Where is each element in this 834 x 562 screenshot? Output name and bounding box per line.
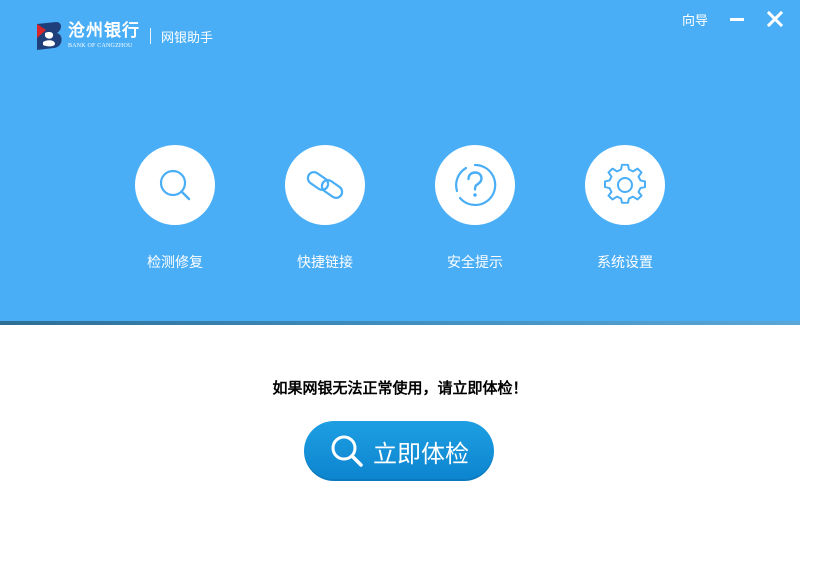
header-panel: 沧州银行 BANK OF CANGZHOU 网银助手 向导 检测修复 快捷链接 … [0,0,800,321]
feature-icon-circle [285,145,365,225]
bank-logo-icon [37,22,62,50]
feature-icon-circle [585,145,665,225]
search-icon [159,169,191,201]
feature-icon-circle [435,145,515,225]
bank-logo: 沧州银行 BANK OF CANGZHOU 网银助手 [34,20,213,52]
app-subtitle: 网银助手 [161,30,214,46]
window-controls: 向导 [682,8,786,30]
minimize-icon [730,18,744,21]
header-divider [0,321,800,325]
close-icon [767,11,783,27]
start-check-label: 立即体检 [373,439,469,468]
feature-system-settings[interactable]: 系统设置 [565,145,685,272]
link-icon [306,171,344,199]
check-prompt: 如果网银无法正常使用，请立即体检！ [272,379,528,397]
feature-icon-circle [135,145,215,225]
feature-label: 快捷链接 [297,255,353,271]
feature-quick-links[interactable]: 快捷链接 [265,145,385,272]
close-button[interactable] [764,8,786,30]
feature-label: 安全提示 [447,255,503,271]
app-window: 沧州银行 BANK OF CANGZHOU 网银助手 向导 检测修复 快捷链接 … [0,0,800,562]
logo-divider [150,28,151,44]
feature-label: 系统设置 [597,255,653,271]
gear-icon [604,163,646,204]
feature-label: 检测修复 [147,255,203,271]
minimize-button[interactable] [726,8,748,30]
feature-security-tips[interactable]: 安全提示 [415,145,535,272]
feature-detect-repair[interactable]: 检测修复 [115,145,235,272]
search-icon [331,435,363,467]
guide-link[interactable]: 向导 [682,10,708,29]
bank-name-en: BANK OF CANGZHOU [68,43,133,49]
feature-row: 检测修复 快捷链接 安全提示 系统设置 [0,145,800,275]
start-check-button[interactable]: 立即体检 [304,421,494,481]
bank-name: 沧州银行 [68,21,140,41]
help-icon [455,163,497,207]
